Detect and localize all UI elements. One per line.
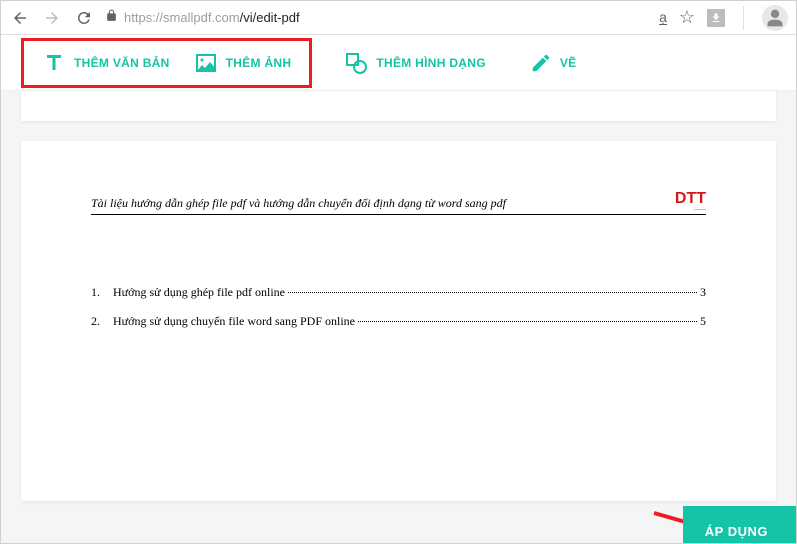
doc-header: Tài liệu hướng dẫn ghép file pdf và hướn… bbox=[91, 191, 706, 215]
add-shape-label: THÊM HÌNH DẠNG bbox=[376, 56, 486, 70]
download-icon[interactable] bbox=[707, 9, 725, 27]
url-bar[interactable]: https://smallpdf.com/vi/edit-pdf bbox=[105, 9, 649, 27]
apply-label: ÁP DỤNG bbox=[705, 524, 768, 539]
toc-page: 3 bbox=[700, 285, 706, 300]
toc-page: 5 bbox=[700, 314, 706, 329]
bookmark-star-icon[interactable]: ☆ bbox=[679, 7, 695, 28]
toc-item: 1. Hướng sử dụng ghép file pdf online 3 bbox=[91, 285, 706, 300]
pencil-icon bbox=[530, 52, 552, 74]
reload-button[interactable] bbox=[73, 7, 95, 29]
table-of-contents: 1. Hướng sử dụng ghép file pdf online 3 … bbox=[91, 285, 706, 329]
draw-button[interactable]: VẼ bbox=[518, 52, 589, 74]
toc-label: Hướng sử dụng ghép file pdf online bbox=[113, 285, 285, 300]
toc-number: 2. bbox=[91, 314, 113, 329]
text-icon bbox=[42, 51, 66, 75]
add-text-button[interactable]: THÊM VĂN BẢN bbox=[30, 51, 182, 75]
reload-icon bbox=[75, 9, 93, 27]
avatar[interactable] bbox=[762, 5, 788, 31]
toc-leader bbox=[288, 292, 697, 293]
add-image-label: THÊM ẢNH bbox=[226, 56, 292, 70]
highlight-annotation: THÊM VĂN BẢN THÊM ẢNH bbox=[21, 38, 312, 88]
workspace: Tài liệu hướng dẫn ghép file pdf và hướn… bbox=[1, 91, 796, 543]
apply-button[interactable]: ÁP DỤNG bbox=[683, 506, 796, 543]
image-icon bbox=[194, 51, 218, 75]
translate-icon[interactable]: ạ bbox=[659, 10, 667, 25]
toc-leader bbox=[358, 321, 697, 322]
doc-title: Tài liệu hướng dẫn ghép file pdf và hướn… bbox=[91, 196, 506, 211]
lock-icon bbox=[105, 9, 118, 27]
editor-toolbar: THÊM VĂN BẢN THÊM ẢNH THÊM HÌNH DẠNG VẼ bbox=[1, 35, 796, 91]
draw-label: VẼ bbox=[560, 56, 577, 70]
url-text: https://smallpdf.com/vi/edit-pdf bbox=[124, 10, 300, 25]
add-text-label: THÊM VĂN BẢN bbox=[74, 56, 170, 70]
browser-address-bar: https://smallpdf.com/vi/edit-pdf ạ ☆ bbox=[1, 1, 796, 35]
shape-icon bbox=[344, 51, 368, 75]
divider bbox=[743, 6, 744, 30]
forward-button[interactable] bbox=[41, 7, 63, 29]
page-strip-top bbox=[21, 91, 776, 121]
arrow-left-icon bbox=[11, 9, 29, 27]
toc-label: Hướng sử dụng chuyển file word sang PDF … bbox=[113, 314, 355, 329]
pdf-page[interactable]: Tài liệu hướng dẫn ghép file pdf và hướn… bbox=[21, 141, 776, 501]
back-button[interactable] bbox=[9, 7, 31, 29]
toc-item: 2. Hướng sử dụng chuyển file word sang P… bbox=[91, 314, 706, 329]
logo: DTT ——— bbox=[675, 191, 706, 211]
toc-number: 1. bbox=[91, 285, 113, 300]
add-image-button[interactable]: THÊM ẢNH bbox=[182, 51, 304, 75]
add-shape-button[interactable]: THÊM HÌNH DẠNG bbox=[332, 51, 498, 75]
arrow-right-icon bbox=[43, 9, 61, 27]
